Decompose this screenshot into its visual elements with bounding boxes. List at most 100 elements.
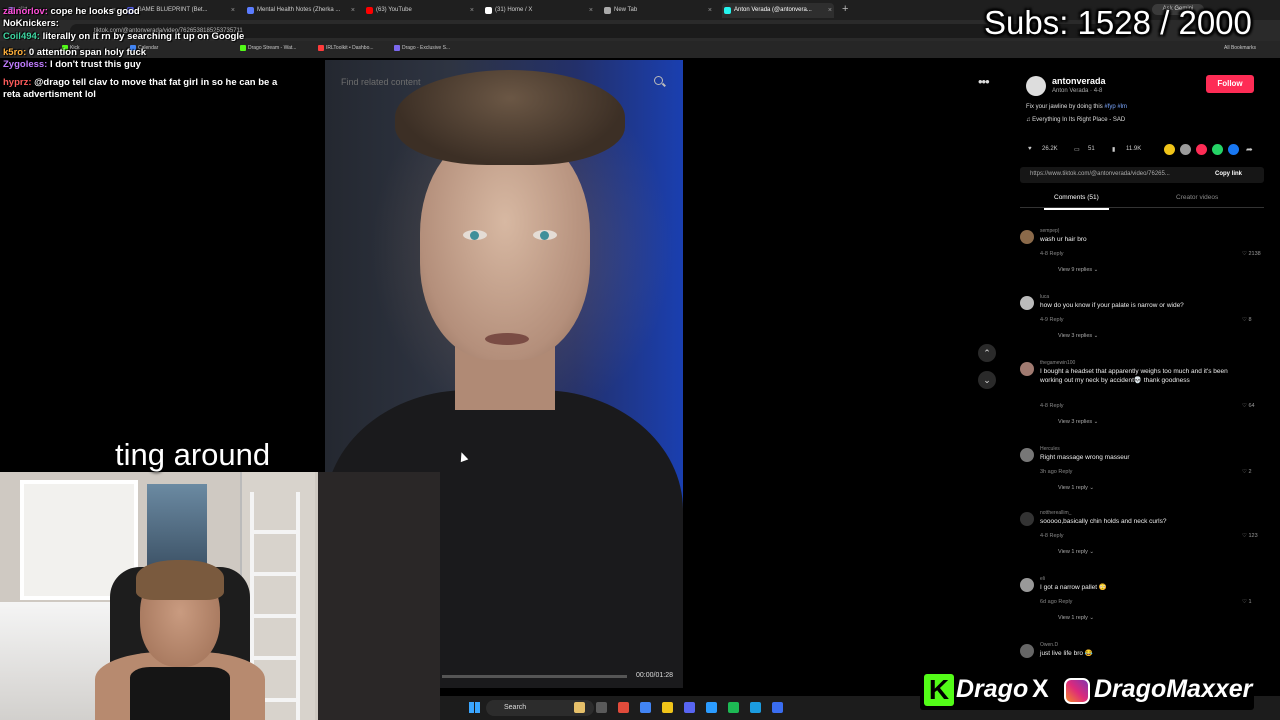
comment-like-count[interactable]: ♡ 123 — [1242, 533, 1258, 539]
browser-tab[interactable]: Anton Verada (@antonvera... × — [722, 3, 834, 18]
comment-username[interactable]: sempep) — [1040, 228, 1059, 234]
share-option-icon[interactable] — [1196, 144, 1207, 155]
sub-goal-overlay: Subs: 1528 / 2000 — [984, 4, 1252, 41]
more-options-icon[interactable]: ••• — [978, 74, 990, 89]
close-tab-icon[interactable]: × — [828, 3, 832, 18]
video-link-row: https://www.tiktok.com/@antonverada/vide… — [1020, 167, 1264, 183]
tab-label: (63) YouTube — [376, 7, 412, 13]
chat-username: Zygoless: — [3, 59, 48, 71]
browser-tab[interactable]: (63) YouTube × — [364, 3, 476, 18]
music-label[interactable]: ♫ Everything In Its Right Place - SAD — [1026, 117, 1125, 123]
instagram-logo-icon — [1064, 678, 1090, 704]
share-option-icon[interactable] — [1212, 144, 1223, 155]
comment-username[interactable]: eli — [1040, 576, 1045, 582]
stream-chat: zainorlov: cope he looks good NoKnickers:… — [3, 6, 293, 101]
follow-button[interactable]: Follow — [1206, 75, 1254, 93]
tab-favicon-icon — [366, 7, 373, 14]
close-tab-icon[interactable]: × — [470, 3, 474, 18]
bookmark-item[interactable]: IRLToolkit • Dashbo... — [318, 45, 374, 51]
commenter-avatar[interactable] — [1020, 296, 1034, 310]
search-icon[interactable] — [654, 76, 663, 85]
find-related-input[interactable]: Find related content — [341, 77, 421, 87]
comment-meta-reply[interactable]: 4-8 Reply — [1040, 251, 1064, 257]
comment-like-count[interactable]: ♡ 2 — [1242, 469, 1252, 475]
tab-creator-videos[interactable]: Creator videos — [1176, 194, 1218, 201]
comment-username[interactable]: Hercules — [1040, 446, 1060, 452]
chat-message: k5ro: 0 attention span holy fuck — [3, 47, 293, 59]
commenter-avatar[interactable] — [1020, 362, 1034, 376]
comment-meta-reply[interactable]: 3h ago Reply — [1040, 469, 1072, 475]
taskbar-app-icon[interactable] — [618, 702, 629, 713]
taskbar-app-icon[interactable] — [772, 702, 783, 713]
comment-like-count[interactable]: ♡ 8 — [1242, 317, 1252, 323]
comment-meta-reply[interactable]: 6d ago Reply — [1040, 599, 1072, 605]
video-details-panel: antonverada Anton Verada · 4-8 Follow Fi… — [1010, 64, 1272, 670]
copy-link-button[interactable]: Copy link — [1215, 171, 1242, 177]
close-tab-icon[interactable]: × — [589, 3, 593, 18]
comment-icon[interactable]: ▭ — [1074, 146, 1080, 153]
commenter-avatar[interactable] — [1020, 644, 1034, 658]
comment-like-count[interactable]: ♡ 1 — [1242, 599, 1252, 605]
comment-username[interactable]: Owen.D — [1040, 642, 1058, 648]
chat-text: 0 attention span holy fuck — [28, 47, 147, 59]
close-tab-icon[interactable]: × — [708, 3, 712, 18]
view-replies-button[interactable]: View 1 reply ⌄ — [1058, 485, 1094, 491]
taskbar-app-icon[interactable] — [596, 702, 607, 713]
browser-tab[interactable]: (31) Home / X × — [483, 3, 595, 18]
commenter-avatar[interactable] — [1020, 230, 1034, 244]
comment-username[interactable]: thegamewin100 — [1040, 360, 1075, 366]
tab-comments[interactable]: Comments (51) — [1044, 194, 1109, 210]
previous-video-icon[interactable]: ⌃ — [978, 344, 996, 362]
comment-like-count[interactable]: ♡ 2138 — [1242, 251, 1261, 257]
share-option-icon[interactable] — [1180, 144, 1191, 155]
like-icon[interactable]: ♥ — [1028, 146, 1032, 152]
share-arrow-icon[interactable]: ➦ — [1246, 145, 1253, 154]
comment-meta-reply[interactable]: 4-9 Reply — [1040, 317, 1064, 323]
next-video-icon[interactable]: ⌄ — [978, 371, 996, 389]
social-banner: K Drago X DragoMaxxer — [920, 670, 1254, 710]
comment-meta-reply[interactable]: 4-8 Reply — [1040, 403, 1064, 409]
chat-message: NoKnickers: — [3, 18, 293, 30]
browser-tab[interactable]: New Tab × — [602, 3, 714, 18]
comment-meta-reply[interactable]: 4-8 Reply — [1040, 533, 1064, 539]
view-replies-button[interactable]: View 1 reply ⌄ — [1058, 549, 1094, 555]
comment-text: sooooo,basically chin holds and neck cur… — [1040, 518, 1167, 525]
close-tab-icon[interactable]: × — [351, 3, 355, 18]
taskbar-app-icon[interactable] — [706, 702, 717, 713]
comment-like-count[interactable]: ♡ 64 — [1242, 403, 1255, 409]
commenter-avatar[interactable] — [1020, 512, 1034, 526]
view-replies-button[interactable]: View 3 replies ⌄ — [1058, 333, 1098, 339]
comment-username[interactable]: notthereallim_ — [1040, 510, 1071, 516]
view-replies-button[interactable]: View 3 replies ⌄ — [1058, 419, 1098, 425]
commenter-avatar[interactable] — [1020, 448, 1034, 462]
taskbar-app-icon[interactable] — [728, 702, 739, 713]
like-count: 26.2K — [1042, 146, 1058, 152]
view-replies-button[interactable]: View 1 reply ⌄ — [1058, 615, 1094, 621]
share-option-icon[interactable] — [1228, 144, 1239, 155]
comment-text: how do you know if your palate is narrow… — [1040, 302, 1184, 309]
comment-text: Right massage wrong masseur — [1040, 454, 1130, 461]
taskbar-app-icon[interactable] — [684, 702, 695, 713]
windows-start-icon[interactable] — [469, 702, 480, 713]
share-option-icon[interactable] — [1164, 144, 1175, 155]
taskbar-app-icon[interactable] — [640, 702, 651, 713]
chat-text: literally on it rn by searching it up on… — [42, 30, 245, 42]
tab-favicon-icon — [604, 7, 611, 14]
hashtags[interactable]: #fyp #lm — [1104, 104, 1127, 110]
comment-username[interactable]: luca — [1040, 294, 1049, 300]
tab-favicon-icon — [724, 7, 731, 14]
taskbar-app-icon[interactable] — [662, 702, 673, 713]
all-bookmarks-button[interactable]: All Bookmarks — [1224, 45, 1256, 51]
commenter-avatar[interactable] — [1020, 578, 1034, 592]
taskbar-app-icon[interactable] — [574, 702, 585, 713]
author-avatar[interactable] — [1026, 76, 1046, 96]
author-name[interactable]: antonverada — [1052, 76, 1106, 86]
banner-name-kick: Drago — [956, 675, 1029, 703]
bookmark-icon[interactable]: ▮ — [1112, 146, 1115, 153]
view-replies-button[interactable]: View 9 replies ⌄ — [1058, 267, 1098, 273]
bookmark-item[interactable]: Drago - Exclusive S... — [394, 45, 450, 51]
new-tab-button[interactable]: + — [842, 3, 848, 15]
chat-username: Coil494: — [3, 30, 40, 42]
video-progress-bar[interactable] — [442, 675, 627, 678]
taskbar-app-icon[interactable] — [750, 702, 761, 713]
